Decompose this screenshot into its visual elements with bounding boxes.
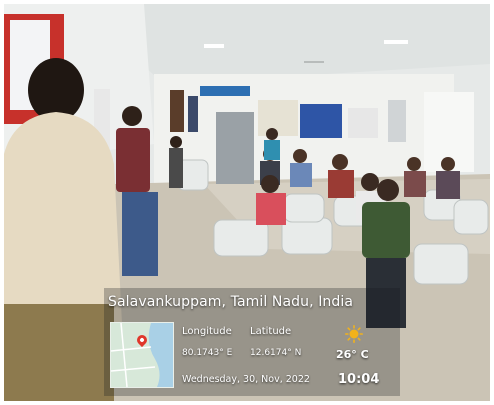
latitude-value: 12.6174° N xyxy=(250,348,302,358)
longitude-label: Longitude xyxy=(182,326,232,337)
date-text: Wednesday, 30, Nov, 2022 xyxy=(182,374,310,385)
time-text: 10:04 xyxy=(338,372,380,387)
location-text: Salavankuppam, Tamil Nadu, India xyxy=(108,294,354,310)
temperature-text: 26° C xyxy=(336,348,369,361)
geotag-overlay: Salavankuppam, Tamil Nadu, India Longitu… xyxy=(104,288,400,396)
latitude-label: Latitude xyxy=(250,326,292,337)
map-thumbnail xyxy=(110,322,174,388)
sun-icon xyxy=(345,325,363,343)
longitude-value: 80.1743° E xyxy=(182,348,233,358)
